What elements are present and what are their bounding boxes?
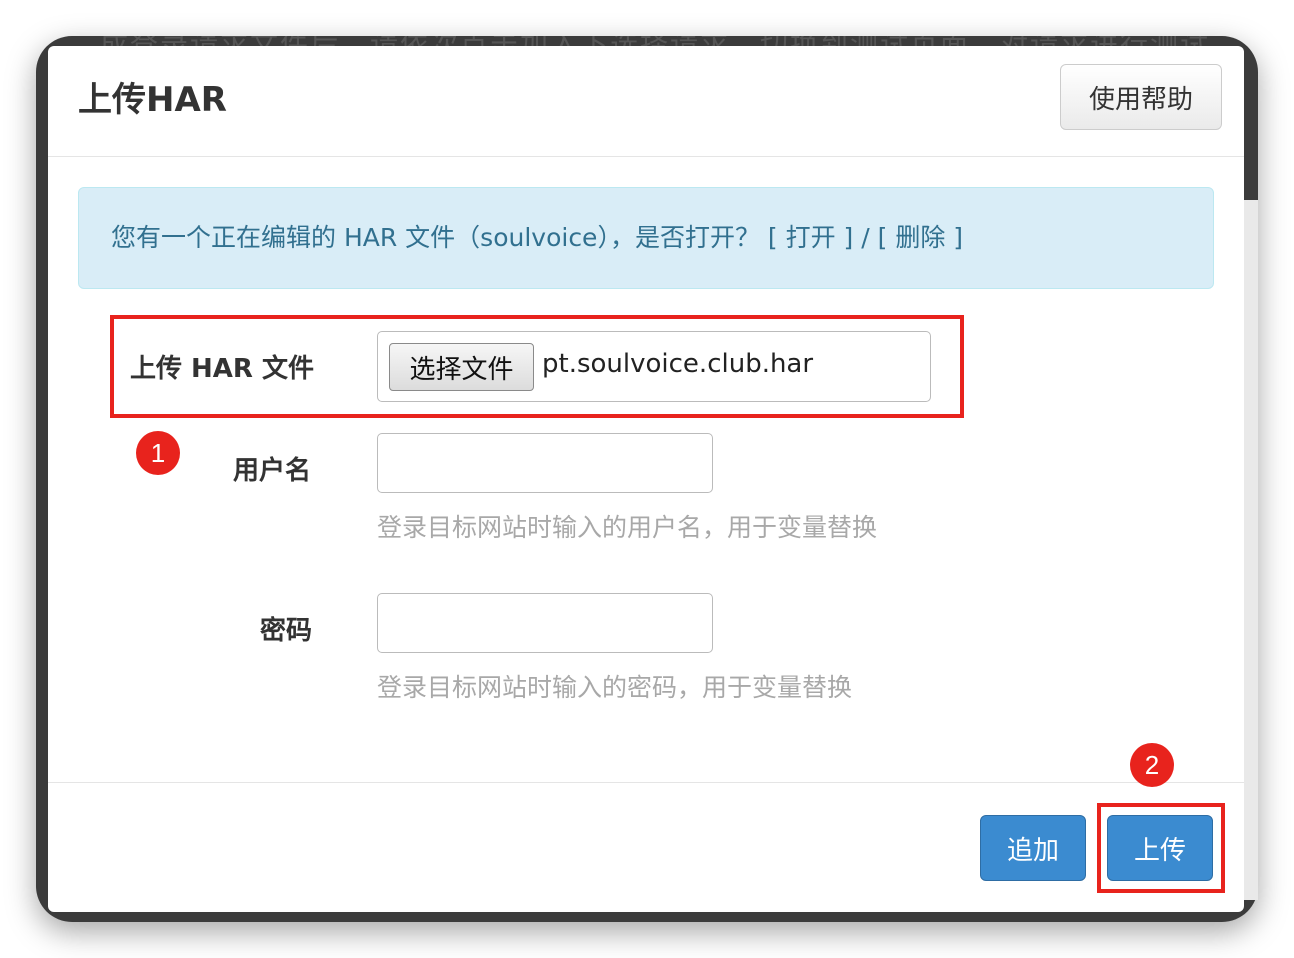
alert-message: 您有一个正在编辑的 HAR 文件（soulvoice），是否打开？ bbox=[111, 223, 760, 252]
edit-resume-alert: 您有一个正在编辑的 HAR 文件（soulvoice），是否打开？ [ 打开 ]… bbox=[78, 187, 1214, 289]
alert-separator: / bbox=[853, 223, 878, 252]
username-label: 用户名 bbox=[233, 456, 312, 486]
upload-har-modal: 上传HAR 使用帮助 您有一个正在编辑的 HAR 文件（soulvoice），是… bbox=[48, 46, 1244, 912]
selected-file-name: pt.soulvoice.club.har bbox=[542, 349, 814, 379]
modal-title: 上传HAR bbox=[78, 80, 227, 120]
upload-button[interactable]: 上传 bbox=[1107, 815, 1213, 881]
username-help: 登录目标网站时输入的用户名，用于变量替换 bbox=[377, 513, 878, 542]
username-input[interactable] bbox=[377, 433, 713, 493]
choose-file-button[interactable]: 选择文件 bbox=[389, 343, 534, 391]
file-upload-label: 上传 HAR 文件 bbox=[130, 354, 315, 384]
open-link[interactable]: [ 打开 ] bbox=[768, 223, 853, 252]
modal-footer: 追加 上传 bbox=[48, 782, 1244, 912]
password-label: 密码 bbox=[260, 616, 313, 646]
password-input[interactable] bbox=[377, 593, 713, 653]
delete-link[interactable]: [ 删除 ] bbox=[878, 223, 963, 252]
help-button[interactable]: 使用帮助 bbox=[1060, 64, 1222, 130]
step-marker-2: 2 bbox=[1130, 743, 1174, 787]
password-help: 登录目标网站时输入的密码，用于变量替换 bbox=[377, 673, 853, 702]
step-marker-1: 1 bbox=[136, 431, 180, 475]
modal-header: 上传HAR 使用帮助 bbox=[48, 46, 1244, 157]
append-button[interactable]: 追加 bbox=[980, 815, 1086, 881]
backdrop-panel bbox=[1244, 200, 1258, 900]
file-input[interactable]: 选择文件 pt.soulvoice.club.har bbox=[377, 331, 931, 402]
